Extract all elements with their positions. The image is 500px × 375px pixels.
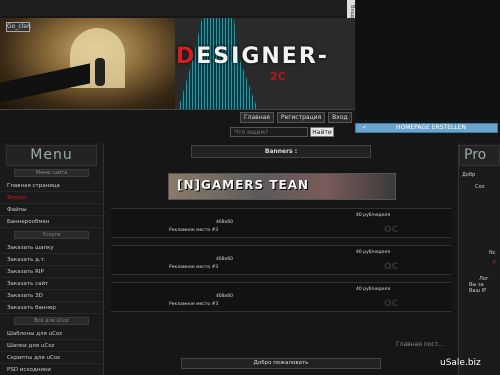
- ad-row[interactable]: 40 руб/неделя 468x60 Рекламное место #3 …: [111, 208, 451, 238]
- sidebar-item-files[interactable]: Файлы: [0, 204, 103, 216]
- sidebar-item-ucoz-scripts[interactable]: Скрипты для uCoz: [0, 352, 103, 364]
- sidebar-item-psd[interactable]: PSD исходники: [0, 364, 103, 375]
- sidebar-section-ucoz: Всё для uCoz: [14, 317, 89, 325]
- right-red-text: Р: [493, 260, 497, 266]
- logo-letter-d: D: [176, 44, 197, 69]
- ad-size: 468x60: [216, 257, 233, 262]
- right-sidebar: Pro Добр Coo Nc Р Лог Вы за Ваш IP: [458, 143, 500, 375]
- sidebar-section-services: Услуги: [14, 231, 89, 239]
- right-your-ip: Ваш IP: [469, 288, 487, 294]
- right-text-2: Coo: [475, 184, 485, 190]
- ad-size: 468x60: [216, 220, 233, 225]
- search-input[interactable]: [230, 127, 308, 137]
- ad-size: 468x60: [216, 294, 233, 299]
- sidebar-item-order-rip[interactable]: Заказать RIP: [0, 266, 103, 278]
- sidebar-item-home[interactable]: Главная страница: [0, 180, 103, 192]
- ad-logo: ОС: [384, 299, 399, 309]
- right-text-1: Добр: [462, 172, 476, 178]
- banners-panel-title: Banners :: [191, 145, 371, 158]
- scene-gun: [0, 63, 90, 103]
- sidebar-item-ucoz-headers[interactable]: Шапки для uCoz: [0, 340, 103, 352]
- check-icon: ✓: [362, 124, 368, 131]
- sidebar-item-order-dt[interactable]: Заказать д.т.: [0, 254, 103, 266]
- nav-login[interactable]: Вход: [328, 112, 352, 123]
- watermark: uSale.biz: [440, 358, 481, 368]
- sidebar-item-order-header[interactable]: Заказать шапку: [0, 242, 103, 254]
- right-dark-area: [356, 0, 500, 120]
- partner-banner[interactable]: [N]GAMERS TEAN: [168, 173, 396, 200]
- partner-banner-text: [N]GAMERS TEAN: [177, 178, 310, 192]
- ad-price: 40 руб/неделя: [356, 213, 391, 218]
- site-logo[interactable]: DESIGNER-: [176, 44, 329, 69]
- left-sidebar: Menu Меню сайта Главная страница Форум Ф…: [0, 143, 104, 375]
- ad-rows: 40 руб/неделя 468x60 Рекламное место #3 …: [111, 208, 451, 319]
- ad-slot: Рекламное место #3: [169, 302, 219, 307]
- logo-word: ESIGNER-: [196, 44, 329, 69]
- search-form: Найти: [230, 127, 334, 137]
- search-button[interactable]: Найти: [310, 127, 334, 137]
- sidebar-item-forum[interactable]: Форум: [0, 192, 103, 204]
- nav-register[interactable]: Регистрация: [276, 112, 326, 123]
- ad-slot: Рекламное место #3: [169, 228, 219, 233]
- hud-label: Go_сlan: [6, 22, 31, 32]
- ad-slot: Рекламное место #3: [169, 265, 219, 270]
- ad-price: 40 руб/неделя: [356, 250, 391, 255]
- ad-logo: ОС: [384, 225, 399, 235]
- homepage-bar[interactable]: ✓ HOMEPAGE ERSTELLEN: [355, 123, 498, 133]
- sidebar-item-ucoz-templates[interactable]: Шаблоны для uCoz: [0, 328, 103, 340]
- sidebar-item-banners[interactable]: Баннерообмен: [0, 216, 103, 228]
- sidebar-item-order-3d[interactable]: Заказать 3D: [0, 290, 103, 302]
- right-text-3: Nc: [489, 250, 496, 256]
- header-banner: Go_сlan DESIGNER- 2C: [0, 18, 355, 110]
- homepage-bar-label: HOMEPAGE ERSTELLEN: [396, 124, 466, 131]
- ad-row[interactable]: 40 руб/неделя 468x60 Рекламное место #3 …: [111, 282, 451, 312]
- scene-figure: [95, 58, 105, 86]
- read-more-link[interactable]: Главная пост...: [396, 341, 444, 348]
- nav-home[interactable]: Главная: [240, 112, 274, 123]
- sidebar-item-order-site[interactable]: Заказать сайт: [0, 278, 103, 290]
- ad-price: 40 руб/неделя: [356, 287, 391, 292]
- main-content: Banners : [N]GAMERS TEAN 40 руб/неделя 4…: [111, 145, 451, 370]
- top-nav: Главная Регистрация Вход: [240, 112, 352, 123]
- sidebar-section-site: Меню сайта: [14, 169, 89, 177]
- ad-logo: ОС: [384, 262, 399, 272]
- profile-title: Pro: [459, 145, 500, 166]
- sidebar-item-order-banner[interactable]: Заказать баннер: [0, 302, 103, 314]
- menu-title: Menu: [6, 145, 97, 166]
- welcome-panel-title: Добро пожаловать: [181, 358, 381, 369]
- ad-row[interactable]: 40 руб/неделя 468x60 Рекламное место #3 …: [111, 245, 451, 275]
- logo-sub: 2C: [270, 70, 286, 83]
